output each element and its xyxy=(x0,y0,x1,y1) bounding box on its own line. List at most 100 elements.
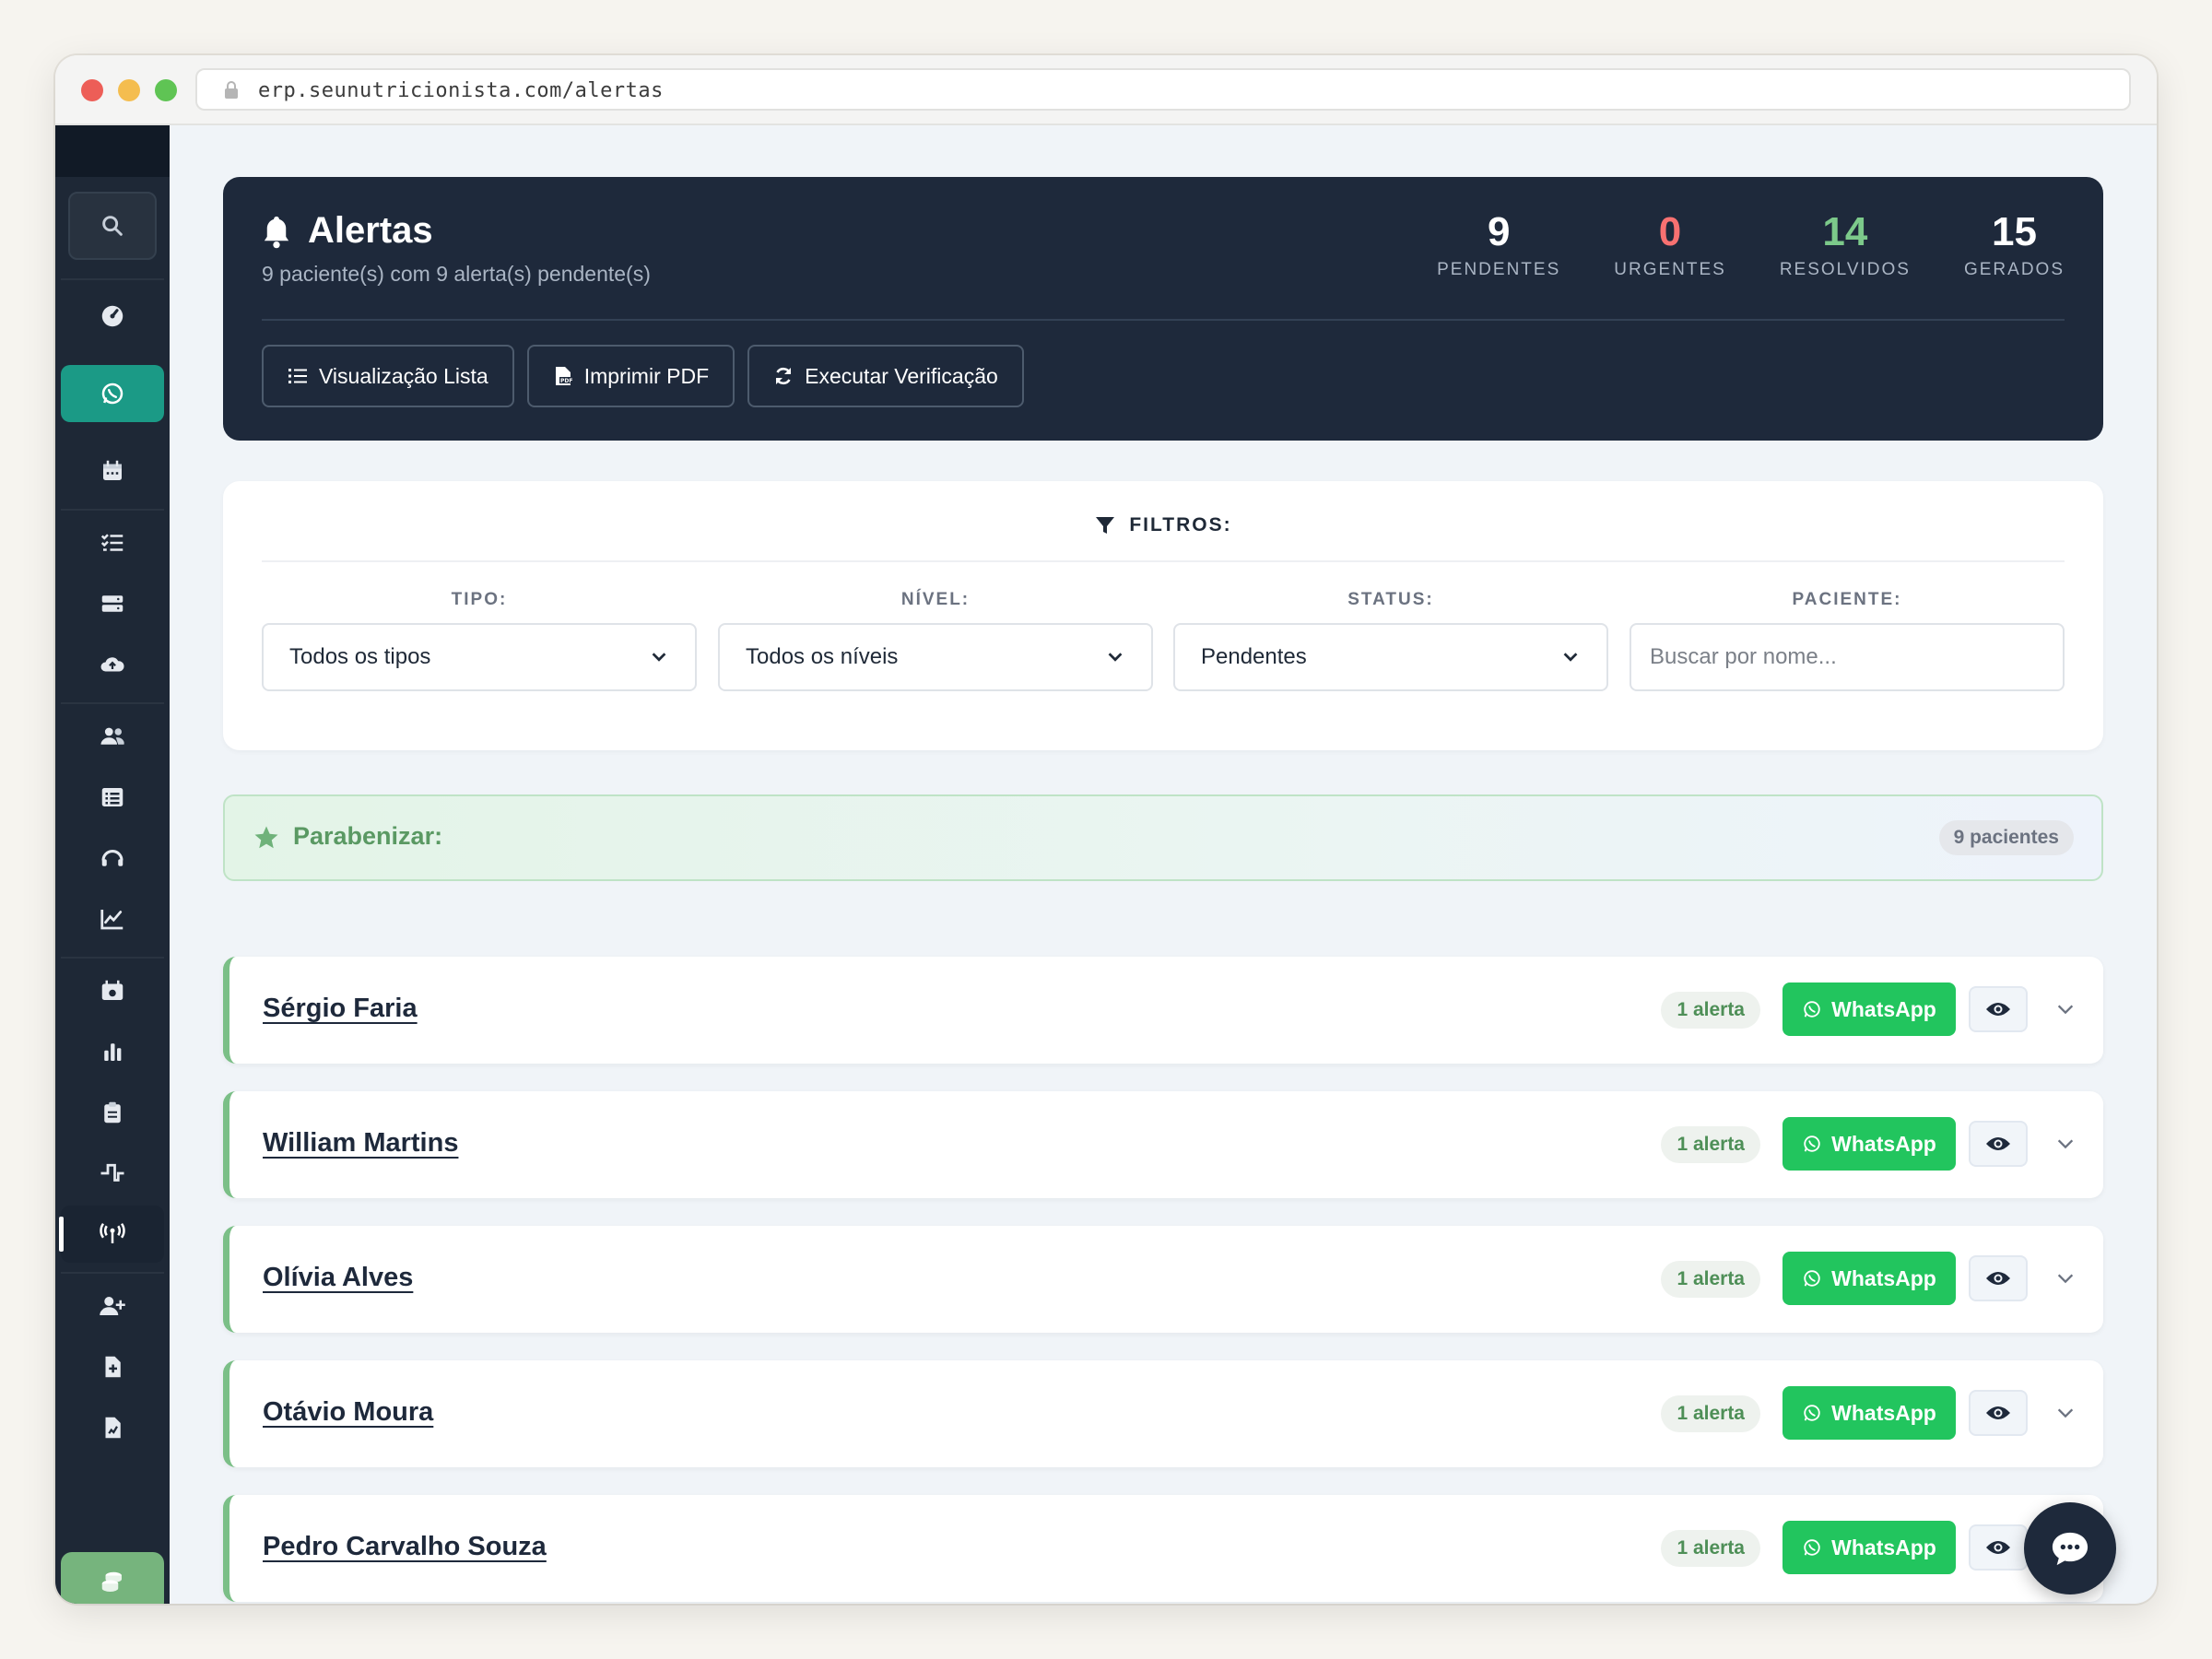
sidebar-divider xyxy=(61,957,164,959)
chevron-down-icon[interactable] xyxy=(2055,1403,2076,1423)
sidebar-item-reports[interactable] xyxy=(61,1023,164,1080)
sidebar-search-button[interactable] xyxy=(68,192,157,260)
filters-title: FILTROS: xyxy=(1129,514,1232,535)
whatsapp-label: WhatsApp xyxy=(1831,996,1936,1021)
whatsapp-button[interactable]: WhatsApp xyxy=(1783,1521,1956,1574)
sidebar-item-upload[interactable] xyxy=(61,636,164,693)
nivel-select-value: Todos os níveis xyxy=(746,644,899,669)
sidebar-item-documents[interactable] xyxy=(61,1399,164,1456)
view-button[interactable] xyxy=(1969,1121,2028,1167)
sidebar-item-whatsapp[interactable] xyxy=(61,365,164,422)
view-button[interactable] xyxy=(1969,1255,2028,1301)
chevron-down-icon[interactable] xyxy=(2055,1134,2076,1154)
sidebar-item-support[interactable] xyxy=(61,830,164,887)
stat-value: 15 xyxy=(1992,209,2037,254)
eye-icon xyxy=(1986,1272,2010,1285)
patient-name[interactable]: Pedro Carvalho Souza xyxy=(263,1532,547,1562)
sidebar-item-finance[interactable] xyxy=(61,1552,164,1604)
stat-resolvidos: 14 RESOLVIDOS xyxy=(1780,210,1911,280)
filter-nivel: NÍVEL: Todos os níveis xyxy=(718,590,1153,691)
sidebar-item-calendar[interactable] xyxy=(61,442,164,500)
status-select[interactable]: Pendentes xyxy=(1173,623,1608,691)
filter-paciente: PACIENTE: Buscar por nome... xyxy=(1630,590,2065,691)
sidebar-item-dashboard[interactable] xyxy=(61,288,164,345)
patient-search-input[interactable]: Buscar por nome... xyxy=(1630,623,2065,691)
whatsapp-button[interactable]: WhatsApp xyxy=(1783,1117,1956,1171)
stat-urgentes: 0 URGENTES xyxy=(1614,210,1726,280)
sidebar-item-appointments[interactable] xyxy=(61,962,164,1019)
sidebar-item-clipboard[interactable] xyxy=(61,1084,164,1141)
whatsapp-label: WhatsApp xyxy=(1831,1265,1936,1290)
sidebar-item-add-patient[interactable] xyxy=(61,1277,164,1335)
maximize-window-button[interactable] xyxy=(155,79,177,101)
calendar-day-icon xyxy=(101,980,124,1000)
whatsapp-icon xyxy=(1804,1539,1820,1556)
lock-icon xyxy=(225,81,238,99)
alert-count-badge: 1 alerta xyxy=(1661,992,1760,1029)
whatsapp-button[interactable]: WhatsApp xyxy=(1783,1252,1956,1305)
stat-value: 9 xyxy=(1487,209,1511,254)
tipo-select[interactable]: Todos os tipos xyxy=(262,623,697,691)
filter-nivel-label: NÍVEL: xyxy=(900,590,971,609)
view-button[interactable] xyxy=(1969,986,2028,1032)
group-parabenizar: Parabenizar: 9 pacientes xyxy=(223,794,2103,881)
patient-name[interactable]: Sérgio Faria xyxy=(263,994,418,1024)
page-title: Alertas xyxy=(308,210,433,251)
stat-label: GERADOS xyxy=(1963,260,2065,279)
main-content: Alertas 9 paciente(s) com 9 alerta(s) pe… xyxy=(170,125,2157,1604)
filters-panel: FILTROS: TIPO: Todos os tipos NÍVEL: Tod… xyxy=(223,481,2103,750)
alert-count-badge: 1 alerta xyxy=(1661,1395,1760,1432)
chevron-down-icon xyxy=(1563,653,1578,662)
sidebar-item-patients[interactable] xyxy=(61,708,164,765)
checklist-icon xyxy=(100,534,124,551)
signal-wave-icon xyxy=(100,1163,124,1182)
minimize-window-button[interactable] xyxy=(118,79,140,101)
search-icon xyxy=(102,216,123,236)
patient-name[interactable]: William Martins xyxy=(263,1128,458,1159)
stat-label: PENDENTES xyxy=(1437,260,1561,279)
alert-count-badge: 1 alerta xyxy=(1661,1126,1760,1163)
chat-button[interactable] xyxy=(2024,1502,2116,1594)
whatsapp-button[interactable]: WhatsApp xyxy=(1783,982,1956,1036)
cloud-upload-icon xyxy=(100,657,124,672)
view-button[interactable] xyxy=(1969,1524,2028,1571)
sidebar-item-broadcast[interactable] xyxy=(59,1206,164,1263)
chevron-down-icon[interactable] xyxy=(2055,1268,2076,1288)
chevron-down-icon[interactable] xyxy=(2055,999,2076,1019)
whatsapp-button[interactable]: WhatsApp xyxy=(1783,1386,1956,1440)
whatsapp-icon xyxy=(101,382,124,405)
address-bar[interactable]: erp.seunutricionista.com/alertas xyxy=(195,68,2131,111)
list-icon xyxy=(288,369,307,383)
alerts-header: Alertas 9 paciente(s) com 9 alerta(s) pe… xyxy=(223,177,2103,441)
patient-card: William Martins 1 alerta WhatsApp xyxy=(223,1091,2103,1198)
sidebar-item-list[interactable] xyxy=(61,769,164,826)
view-button[interactable] xyxy=(1969,1390,2028,1436)
refresh-icon xyxy=(775,367,792,385)
sidebar-item-signals[interactable] xyxy=(61,1145,164,1202)
close-window-button[interactable] xyxy=(81,79,103,101)
bell-icon xyxy=(264,216,289,248)
list-view-label: Visualização Lista xyxy=(319,363,488,388)
eye-icon xyxy=(1986,1003,2010,1016)
run-check-button[interactable]: Executar Verificação xyxy=(747,345,1024,407)
sidebar-item-analytics[interactable] xyxy=(61,890,164,947)
whatsapp-label: WhatsApp xyxy=(1831,1131,1936,1156)
patient-name[interactable]: Otávio Moura xyxy=(263,1397,433,1428)
sidebar-item-server[interactable] xyxy=(61,575,164,632)
filter-status-label: STATUS: xyxy=(1347,590,1434,609)
alert-count-badge: 1 alerta xyxy=(1661,1530,1760,1567)
filter-tipo-label: TIPO: xyxy=(451,590,508,609)
file-medical-icon xyxy=(105,1356,121,1378)
nivel-select[interactable]: Todos os níveis xyxy=(718,623,1153,691)
sidebar-item-tasks[interactable] xyxy=(61,514,164,571)
list-icon xyxy=(101,788,124,806)
bar-chart-icon xyxy=(104,1043,122,1061)
eye-icon xyxy=(1986,1541,2010,1554)
list-view-button[interactable]: Visualização Lista xyxy=(262,345,514,407)
sidebar-item-records[interactable] xyxy=(61,1338,164,1395)
patient-name[interactable]: Olívia Alves xyxy=(263,1263,413,1293)
print-pdf-button[interactable]: PDF Imprimir PDF xyxy=(526,345,735,407)
whatsapp-label: WhatsApp xyxy=(1831,1535,1936,1559)
status-select-value: Pendentes xyxy=(1201,644,1307,669)
stat-value: 0 xyxy=(1658,209,1682,254)
